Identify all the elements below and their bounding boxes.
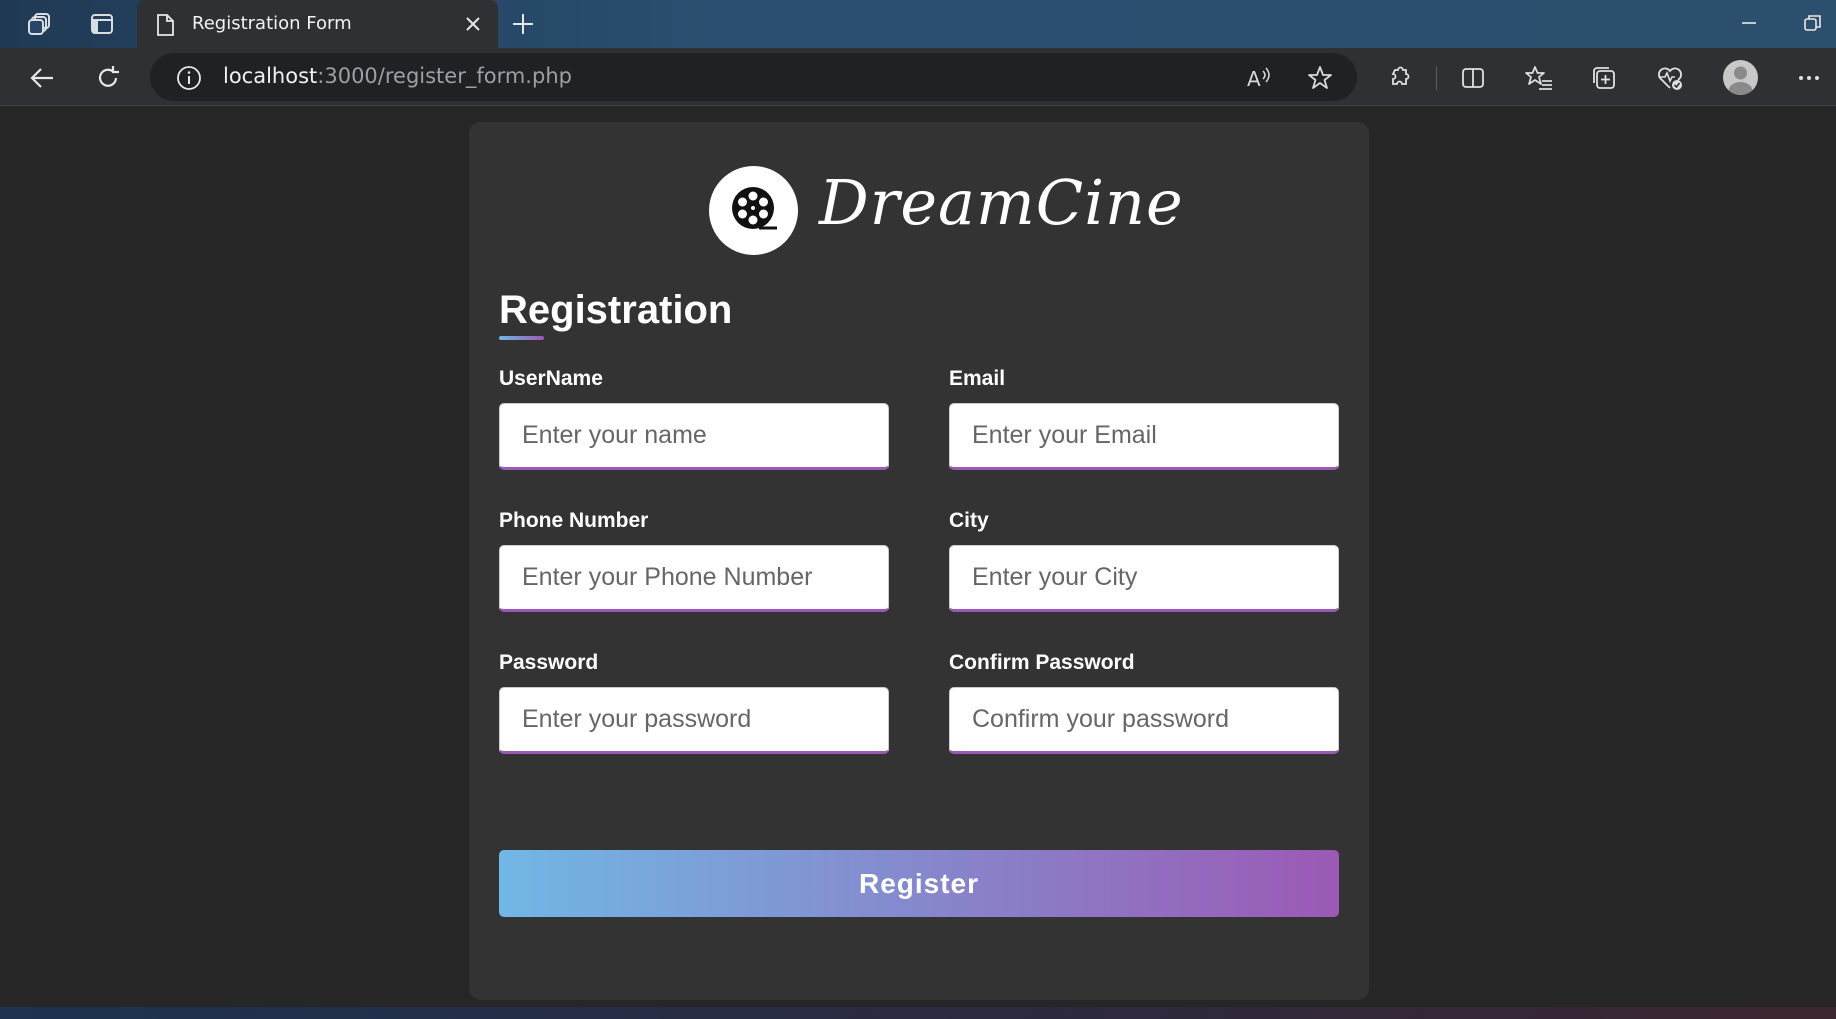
password-input[interactable] [499,687,889,754]
info-icon[interactable] [176,65,202,95]
title-underline [499,336,544,340]
logo [709,166,798,255]
workspaces-icon[interactable] [26,10,54,38]
profile-avatar[interactable] [1723,60,1758,95]
puzzle-icon[interactable] [1383,61,1417,95]
url-host: localhost [223,64,318,88]
taskbar-edge [0,1007,1836,1019]
email-field: Email [949,367,1339,470]
url-path: :3000/register_form.php [317,64,572,88]
email-input[interactable] [949,403,1339,470]
svg-text:A: A [1247,67,1261,91]
confirm-password-label: Confirm Password [949,651,1135,674]
brand-name: DreamCine [819,166,1184,239]
registration-card: DreamCine Registration UserName Email Ph… [469,122,1369,1000]
heart-pulse-icon[interactable] [1653,61,1687,95]
favorites-list-icon[interactable] [1522,61,1556,95]
tab-registration-form[interactable]: Registration Form [137,0,498,48]
minimize-icon[interactable] [1736,10,1762,40]
back-arrow-icon[interactable] [26,62,58,94]
tab-actions-icon[interactable] [88,10,116,38]
page-title: Registration [499,288,733,332]
confirm-password-input[interactable] [949,687,1339,754]
username-field: UserName [499,367,889,470]
browser-toolbar: localhost:3000/register_form.php A [0,48,1836,106]
city-field: City [949,509,1339,612]
register-button[interactable]: Register [499,850,1339,917]
city-input[interactable] [949,545,1339,612]
film-reel-icon [729,184,779,238]
password-field: Password [499,651,889,754]
tab-strip: Registration Form [0,0,1836,48]
email-label: Email [949,367,1006,390]
refresh-icon[interactable] [92,62,124,94]
password-label: Password [499,651,599,674]
city-label: City [949,509,989,532]
split-screen-icon[interactable] [1456,61,1490,95]
plus-icon[interactable] [509,10,537,42]
read-aloud-icon[interactable]: A [1246,65,1274,95]
page-icon [155,13,175,41]
confirm-password-field: Confirm Password [949,651,1339,754]
collections-icon[interactable] [1587,61,1621,95]
url-text: localhost:3000/register_form.php [223,64,572,88]
phone-label: Phone Number [499,509,649,532]
star-icon[interactable] [1307,65,1333,95]
username-label: UserName [499,367,603,390]
phone-input[interactable] [499,545,889,612]
restore-icon[interactable] [1800,10,1826,40]
toolbar-divider [1436,66,1437,90]
address-bar[interactable]: localhost:3000/register_form.php A [150,53,1357,101]
username-input[interactable] [499,403,889,470]
close-icon[interactable] [462,13,484,39]
phone-field: Phone Number [499,509,889,612]
more-dots-icon[interactable] [1792,61,1826,95]
tab-title: Registration Form [192,13,352,34]
